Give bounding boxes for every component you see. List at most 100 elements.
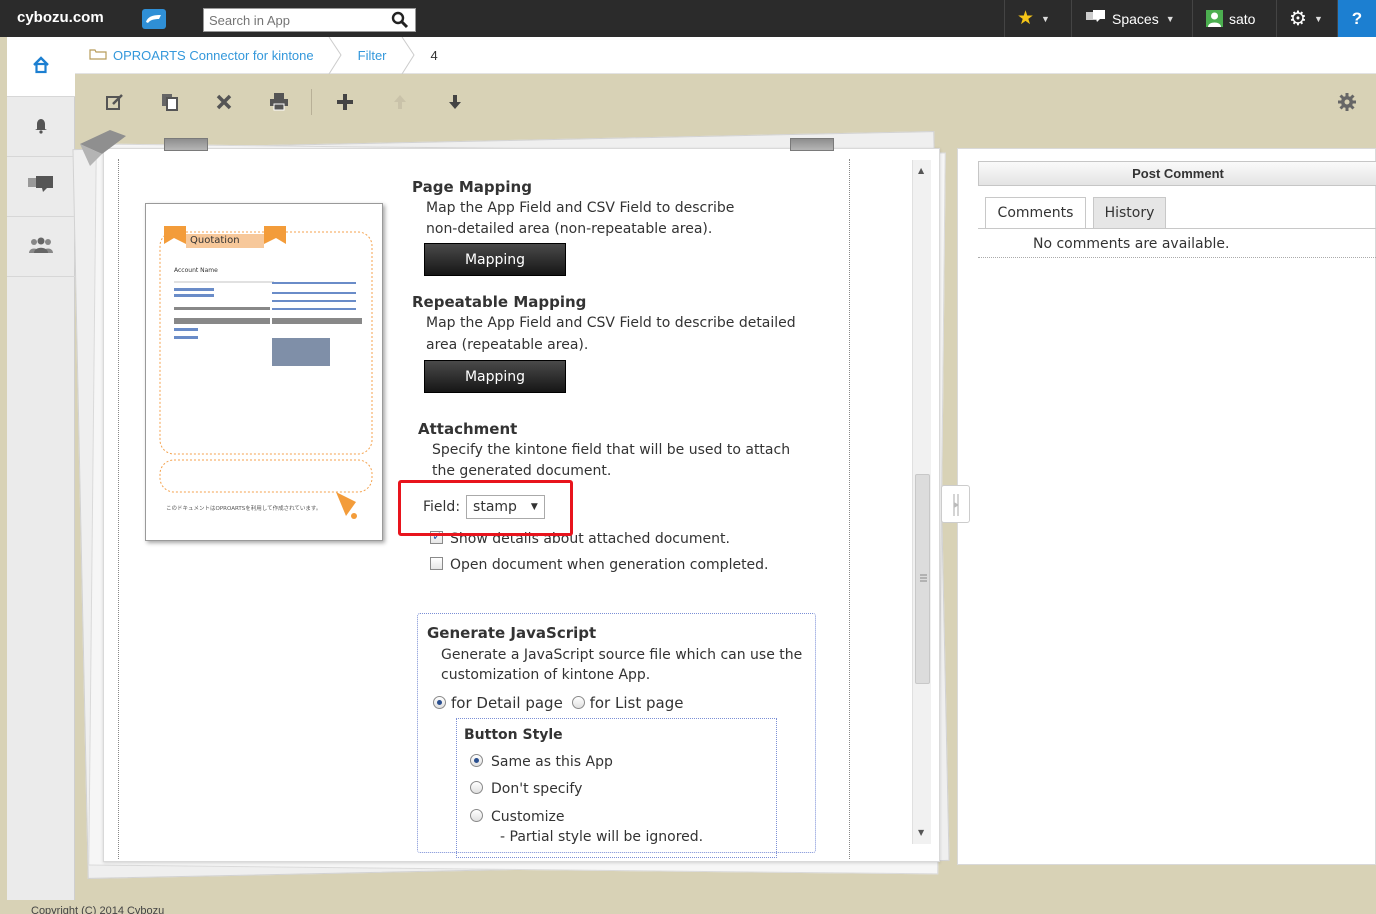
scroll-down-icon[interactable]: ▼ xyxy=(918,828,924,837)
star-icon: ★ xyxy=(1017,8,1035,29)
print-button[interactable] xyxy=(268,91,290,113)
tab-divider xyxy=(978,228,1376,229)
copy-icon xyxy=(162,94,178,111)
settings-menu[interactable]: ⚙ ▼ xyxy=(1276,0,1336,37)
attachment-title: Attachment xyxy=(418,420,518,438)
page-mapping-button[interactable]: Mapping xyxy=(424,243,566,276)
arrow-up-icon xyxy=(394,95,406,109)
add-record-button[interactable] xyxy=(334,91,356,113)
button-style-dont-option[interactable]: Don't specify xyxy=(470,781,582,797)
preview-account-label: Account Name xyxy=(174,267,218,274)
record-toolbar xyxy=(75,75,1376,127)
duplicate-button[interactable] xyxy=(159,91,181,113)
generate-js-description-line2: customization of kintone App. xyxy=(441,667,651,683)
search-box[interactable] xyxy=(203,8,416,32)
edit-button[interactable] xyxy=(104,91,126,113)
spaces-label: Spaces xyxy=(1112,10,1159,27)
content-clip: - Partial style will be ignored. xyxy=(480,827,810,844)
favorites-menu[interactable]: ★ ▼ xyxy=(1004,0,1070,37)
plus-icon xyxy=(337,94,353,110)
printer-icon xyxy=(270,93,288,111)
button-style-dont-label: Don't specify xyxy=(491,781,583,797)
nav-notifications[interactable] xyxy=(7,97,75,157)
tab-history[interactable]: History xyxy=(1093,197,1166,228)
next-record-button[interactable] xyxy=(444,91,466,113)
paper-clip xyxy=(164,138,208,151)
folder-icon xyxy=(89,48,107,63)
delete-button[interactable] xyxy=(213,91,235,113)
cybozu-logo[interactable]: cybozu.com xyxy=(17,9,104,26)
button-style-note: - Partial style will be ignored. xyxy=(500,829,704,844)
open-document-label: Open document when generation completed. xyxy=(450,557,769,573)
nav-home[interactable] xyxy=(7,37,75,97)
paper-clip xyxy=(790,138,834,151)
breadcrumb-app[interactable]: OPROARTS Connector for kintone xyxy=(89,48,314,63)
list-page-option[interactable]: for List page xyxy=(571,694,684,712)
user-name: sato xyxy=(1229,10,1256,27)
breadcrumb-separator xyxy=(328,36,342,74)
generate-js-description-line1: Generate a JavaScript source file which … xyxy=(441,647,803,663)
content-scrollbar[interactable]: ▲ ▼ xyxy=(912,160,931,844)
attachment-description-line1: Specify the kintone field that will be u… xyxy=(432,442,791,458)
search-icon[interactable] xyxy=(391,11,409,33)
page-mapping-description-line1: Map the App Field and CSV Field to descr… xyxy=(426,200,735,216)
page-mapping-description-line2: non-detailed area (non-repeatable area). xyxy=(426,221,713,237)
chevron-down-icon: ▼ xyxy=(1041,13,1050,24)
scroll-up-icon[interactable]: ▲ xyxy=(918,166,924,175)
spaces-menu[interactable]: Spaces ▼ xyxy=(1071,0,1191,37)
breadcrumb: OPROARTS Connector for kintone Filter 4 xyxy=(75,36,1376,74)
breadcrumb-filter[interactable]: Filter xyxy=(358,48,387,63)
app-menu-icon[interactable] xyxy=(142,9,166,29)
user-menu[interactable]: sato xyxy=(1192,0,1275,37)
page-curl xyxy=(80,130,128,170)
chevron-down-icon: ▼ xyxy=(1313,13,1323,24)
edit-icon xyxy=(106,94,123,110)
document-preview-thumbnail[interactable]: Quotation Account Name このドキュメントはOPROARTS… xyxy=(145,203,383,541)
left-navigation xyxy=(7,37,75,900)
repeatable-mapping-description-line1: Map the App Field and CSV Field to descr… xyxy=(426,315,796,331)
button-style-same-option[interactable]: Same as this App xyxy=(470,754,613,770)
no-comments-message: No comments are available. xyxy=(1033,236,1230,252)
post-comment-button[interactable]: Post Comment xyxy=(978,161,1376,186)
toolbar-divider xyxy=(311,89,312,115)
attachment-description-line2: the generated document. xyxy=(432,463,612,479)
list-page-label: for List page xyxy=(589,694,684,712)
help-button[interactable]: ? xyxy=(1337,0,1376,37)
detail-page-option[interactable]: for Detail page xyxy=(433,694,563,712)
app-settings-button[interactable] xyxy=(1336,91,1358,113)
breadcrumb-app-label: OPROARTS Connector for kintone xyxy=(113,47,314,63)
button-style-dont-radio[interactable] xyxy=(470,781,483,794)
list-page-radio[interactable] xyxy=(571,696,585,709)
tab-comments[interactable]: Comments xyxy=(985,197,1086,228)
repeatable-mapping-button[interactable]: Mapping xyxy=(424,360,566,393)
preview-title: Quotation xyxy=(190,235,240,246)
nav-people[interactable] xyxy=(7,217,75,277)
panel-splitter-handle[interactable] xyxy=(941,485,970,523)
scroll-thumb[interactable] xyxy=(915,474,930,684)
button-style-same-radio[interactable] xyxy=(470,754,483,767)
search-input[interactable] xyxy=(204,9,384,31)
chevron-down-icon: ▼ xyxy=(1165,13,1175,24)
speech-bubbles-icon xyxy=(28,175,54,198)
detail-page-radio[interactable] xyxy=(433,696,446,709)
nav-messages[interactable] xyxy=(7,157,75,217)
arrow-down-icon xyxy=(449,95,461,109)
copyright-text: Copyright (C) 2014 Cybozu xyxy=(31,905,165,914)
bell-icon xyxy=(32,116,50,138)
open-document-option[interactable]: Open document when generation completed. xyxy=(430,557,769,573)
repeatable-mapping-title: Repeatable Mapping xyxy=(412,293,587,311)
gear-icon xyxy=(1338,93,1356,111)
breadcrumb-separator xyxy=(401,36,415,74)
page-mapping-title: Page Mapping xyxy=(412,178,532,196)
spaces-icon xyxy=(1086,10,1106,27)
gear-icon: ⚙ xyxy=(1289,8,1307,30)
button-style-customize-radio[interactable] xyxy=(470,809,483,822)
button-style-customize-option[interactable]: Customize xyxy=(470,809,565,825)
preview-footer-text: このドキュメントはOPROARTSを利用して作成されています。 xyxy=(166,506,322,512)
comments-panel: Post Comment Comments History No comment… xyxy=(957,148,1376,865)
button-style-customize-label: Customize xyxy=(491,809,565,825)
close-icon xyxy=(216,94,232,110)
highlight-annotation xyxy=(398,480,573,536)
previous-record-button[interactable] xyxy=(389,91,411,113)
open-document-checkbox[interactable] xyxy=(430,557,443,570)
